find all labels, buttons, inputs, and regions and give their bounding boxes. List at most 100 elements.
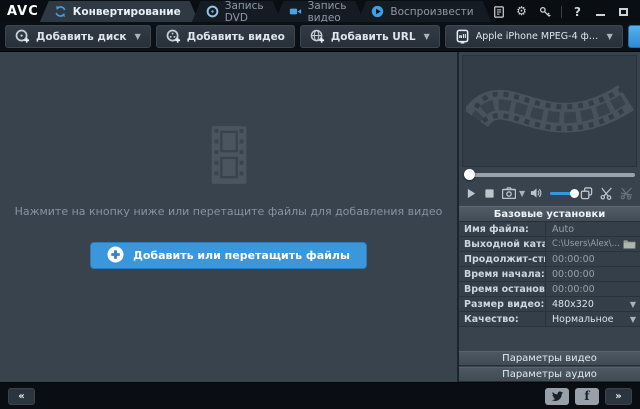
row-start-time: Время начала: 00:00:00 [459, 267, 640, 282]
quality-select[interactable]: Нормальное ▼ [545, 312, 640, 326]
plus-circle-icon [107, 246, 124, 266]
file-name-value: Auto [552, 224, 636, 235]
snapshot-menu-arrow[interactable]: ▼ [519, 189, 525, 198]
row-label: Размер видео: [459, 299, 545, 310]
start-time-cell[interactable]: 00:00:00 [545, 267, 640, 281]
tab-convert[interactable]: Конвертирование [40, 1, 199, 22]
row-quality: Качество: Нормальное ▼ [459, 312, 640, 327]
video-params-section[interactable]: Параметры видео [459, 351, 640, 366]
twitter-bird-icon [551, 391, 564, 402]
tab-play[interactable]: Воспроизвести [357, 1, 491, 22]
row-label: Время остановки: [459, 284, 545, 295]
chevron-down-icon: ▼ [135, 32, 141, 41]
chevron-down-icon: ▼ [424, 32, 430, 41]
output-folder-value: C:\Users\Alex\Videos\A... [552, 239, 621, 249]
audio-params-section[interactable]: Параметры аудио [459, 367, 640, 382]
playback-controls: ▼ [459, 182, 640, 204]
tab-record-video[interactable]: Запись видео [275, 1, 365, 22]
seek-track [464, 173, 635, 177]
seek-slider[interactable] [462, 168, 637, 182]
play-icon [371, 5, 384, 18]
file-drop-area[interactable]: Нажмите на кнопку ниже или перетащите фа… [0, 52, 459, 382]
twitter-button[interactable] [545, 388, 569, 405]
window-controls: ⚙ ? × [492, 5, 640, 22]
titlebar: AVC Конвертирование Запись DVD Запись ви… [0, 0, 640, 22]
tab-label: Конвертирование [73, 6, 181, 18]
basic-settings-header: Базовые установки [459, 206, 640, 222]
row-label: Качество: [459, 314, 545, 325]
content: Нажмите на кнопку ниже или перетащите фа… [0, 52, 640, 382]
chevron-down-icon: ▼ [630, 315, 636, 324]
convert-button[interactable]: Конвертировать! [628, 25, 640, 48]
row-duration: Продолжит-сть: 00:00:00 [459, 252, 640, 267]
open-folder-icon[interactable] [623, 239, 636, 249]
output-folder-cell[interactable]: C:\Users\Alex\Videos\A... [545, 237, 640, 251]
main-tabs: Конвертирование Запись DVD Запись видео … [47, 0, 492, 22]
add-url-button[interactable]: Добавить URL ▼ [300, 25, 440, 48]
divider [561, 6, 562, 18]
expand-right-button[interactable]: » [605, 388, 632, 405]
activate-key-icon[interactable] [538, 5, 552, 18]
toolbar: Добавить диск ▼ Добавить видео Добавить … [0, 22, 640, 52]
seek-handle[interactable] [464, 169, 475, 180]
feedback-icon[interactable] [492, 5, 506, 18]
volume-slider[interactable] [550, 189, 570, 198]
add-disc-label: Добавить диск [36, 31, 127, 43]
video-preview [462, 55, 637, 167]
stop-time-cell[interactable]: 00:00:00 [545, 282, 640, 296]
app-window: AVC Конвертирование Запись DVD Запись ви… [0, 0, 640, 409]
chevron-down-icon: ▼ [630, 300, 636, 309]
tab-burn-dvd[interactable]: Запись DVD [192, 1, 282, 22]
windows-cascade-icon[interactable] [580, 187, 593, 200]
video-size-select[interactable]: 480x320 ▼ [545, 297, 640, 311]
disc-icon [206, 5, 219, 18]
row-output-folder: Выходной каталог: C:\Users\Alex\Videos\A… [459, 237, 640, 252]
tab-label: Запись DVD [225, 0, 264, 24]
device-profile-icon: all [455, 29, 470, 44]
add-url-label: Добавить URL [331, 31, 416, 43]
stop-time-value: 00:00:00 [552, 284, 636, 295]
file-name-value-cell[interactable]: Auto [545, 222, 640, 236]
stop-button[interactable] [484, 188, 495, 199]
play-button[interactable] [466, 188, 477, 199]
convert-icon [54, 5, 67, 18]
volume-icon[interactable] [530, 187, 543, 199]
row-label: Продолжит-сть: [459, 254, 545, 265]
bottom-right-buttons: f » [545, 388, 632, 405]
row-label: Время начала: [459, 269, 545, 280]
tab-label: Воспроизвести [390, 6, 473, 18]
add-files-label: Добавить или перетащить файлы [133, 249, 350, 262]
row-label: Выходной каталог: [459, 239, 545, 250]
film-reel-graphic [466, 64, 634, 158]
volume-handle[interactable] [570, 189, 579, 198]
output-format-select[interactable]: all Apple iPhone MPEG-4 фильм (*.mp4) ▼ [445, 25, 623, 48]
chevron-down-icon: ▼ [607, 32, 613, 41]
snapshot-button[interactable] [502, 187, 516, 199]
disc-plus-icon [15, 29, 30, 44]
help-button[interactable]: ? [571, 5, 585, 18]
quality-value: Нормальное [552, 314, 630, 325]
add-files-button[interactable]: Добавить или перетащить файлы [90, 242, 367, 269]
collapse-left-button[interactable]: « [8, 388, 35, 405]
right-panel: ▼ Базовые установки [459, 52, 640, 382]
row-file-name: Имя файла: Auto [459, 222, 640, 237]
settings-rows: Имя файла: Auto Выходной каталог: C:\Use… [459, 222, 640, 327]
crop-scissors-off-icon[interactable] [620, 187, 633, 200]
minimize-button[interactable] [594, 5, 608, 18]
settings-gear-icon[interactable]: ⚙ [515, 5, 529, 18]
drop-hint-text: Нажмите на кнопку ниже или перетащите фа… [15, 205, 443, 218]
bottombar: « f » [0, 382, 640, 409]
add-disc-button[interactable]: Добавить диск ▼ [5, 25, 151, 48]
tab-label: Запись видео [308, 0, 347, 24]
globe-plus-icon [310, 29, 325, 44]
add-video-button[interactable]: Добавить видео [156, 25, 295, 48]
trim-scissors-icon[interactable] [600, 187, 613, 200]
facebook-button[interactable]: f [575, 388, 599, 405]
row-label: Имя файла: [459, 224, 545, 235]
maximize-button[interactable] [617, 5, 631, 18]
row-video-size: Размер видео: 480x320 ▼ [459, 297, 640, 312]
filmstrip-icon [202, 126, 256, 188]
panel-spacer [459, 327, 640, 350]
start-time-value: 00:00:00 [552, 269, 636, 280]
svg-text:all: all [458, 34, 466, 40]
